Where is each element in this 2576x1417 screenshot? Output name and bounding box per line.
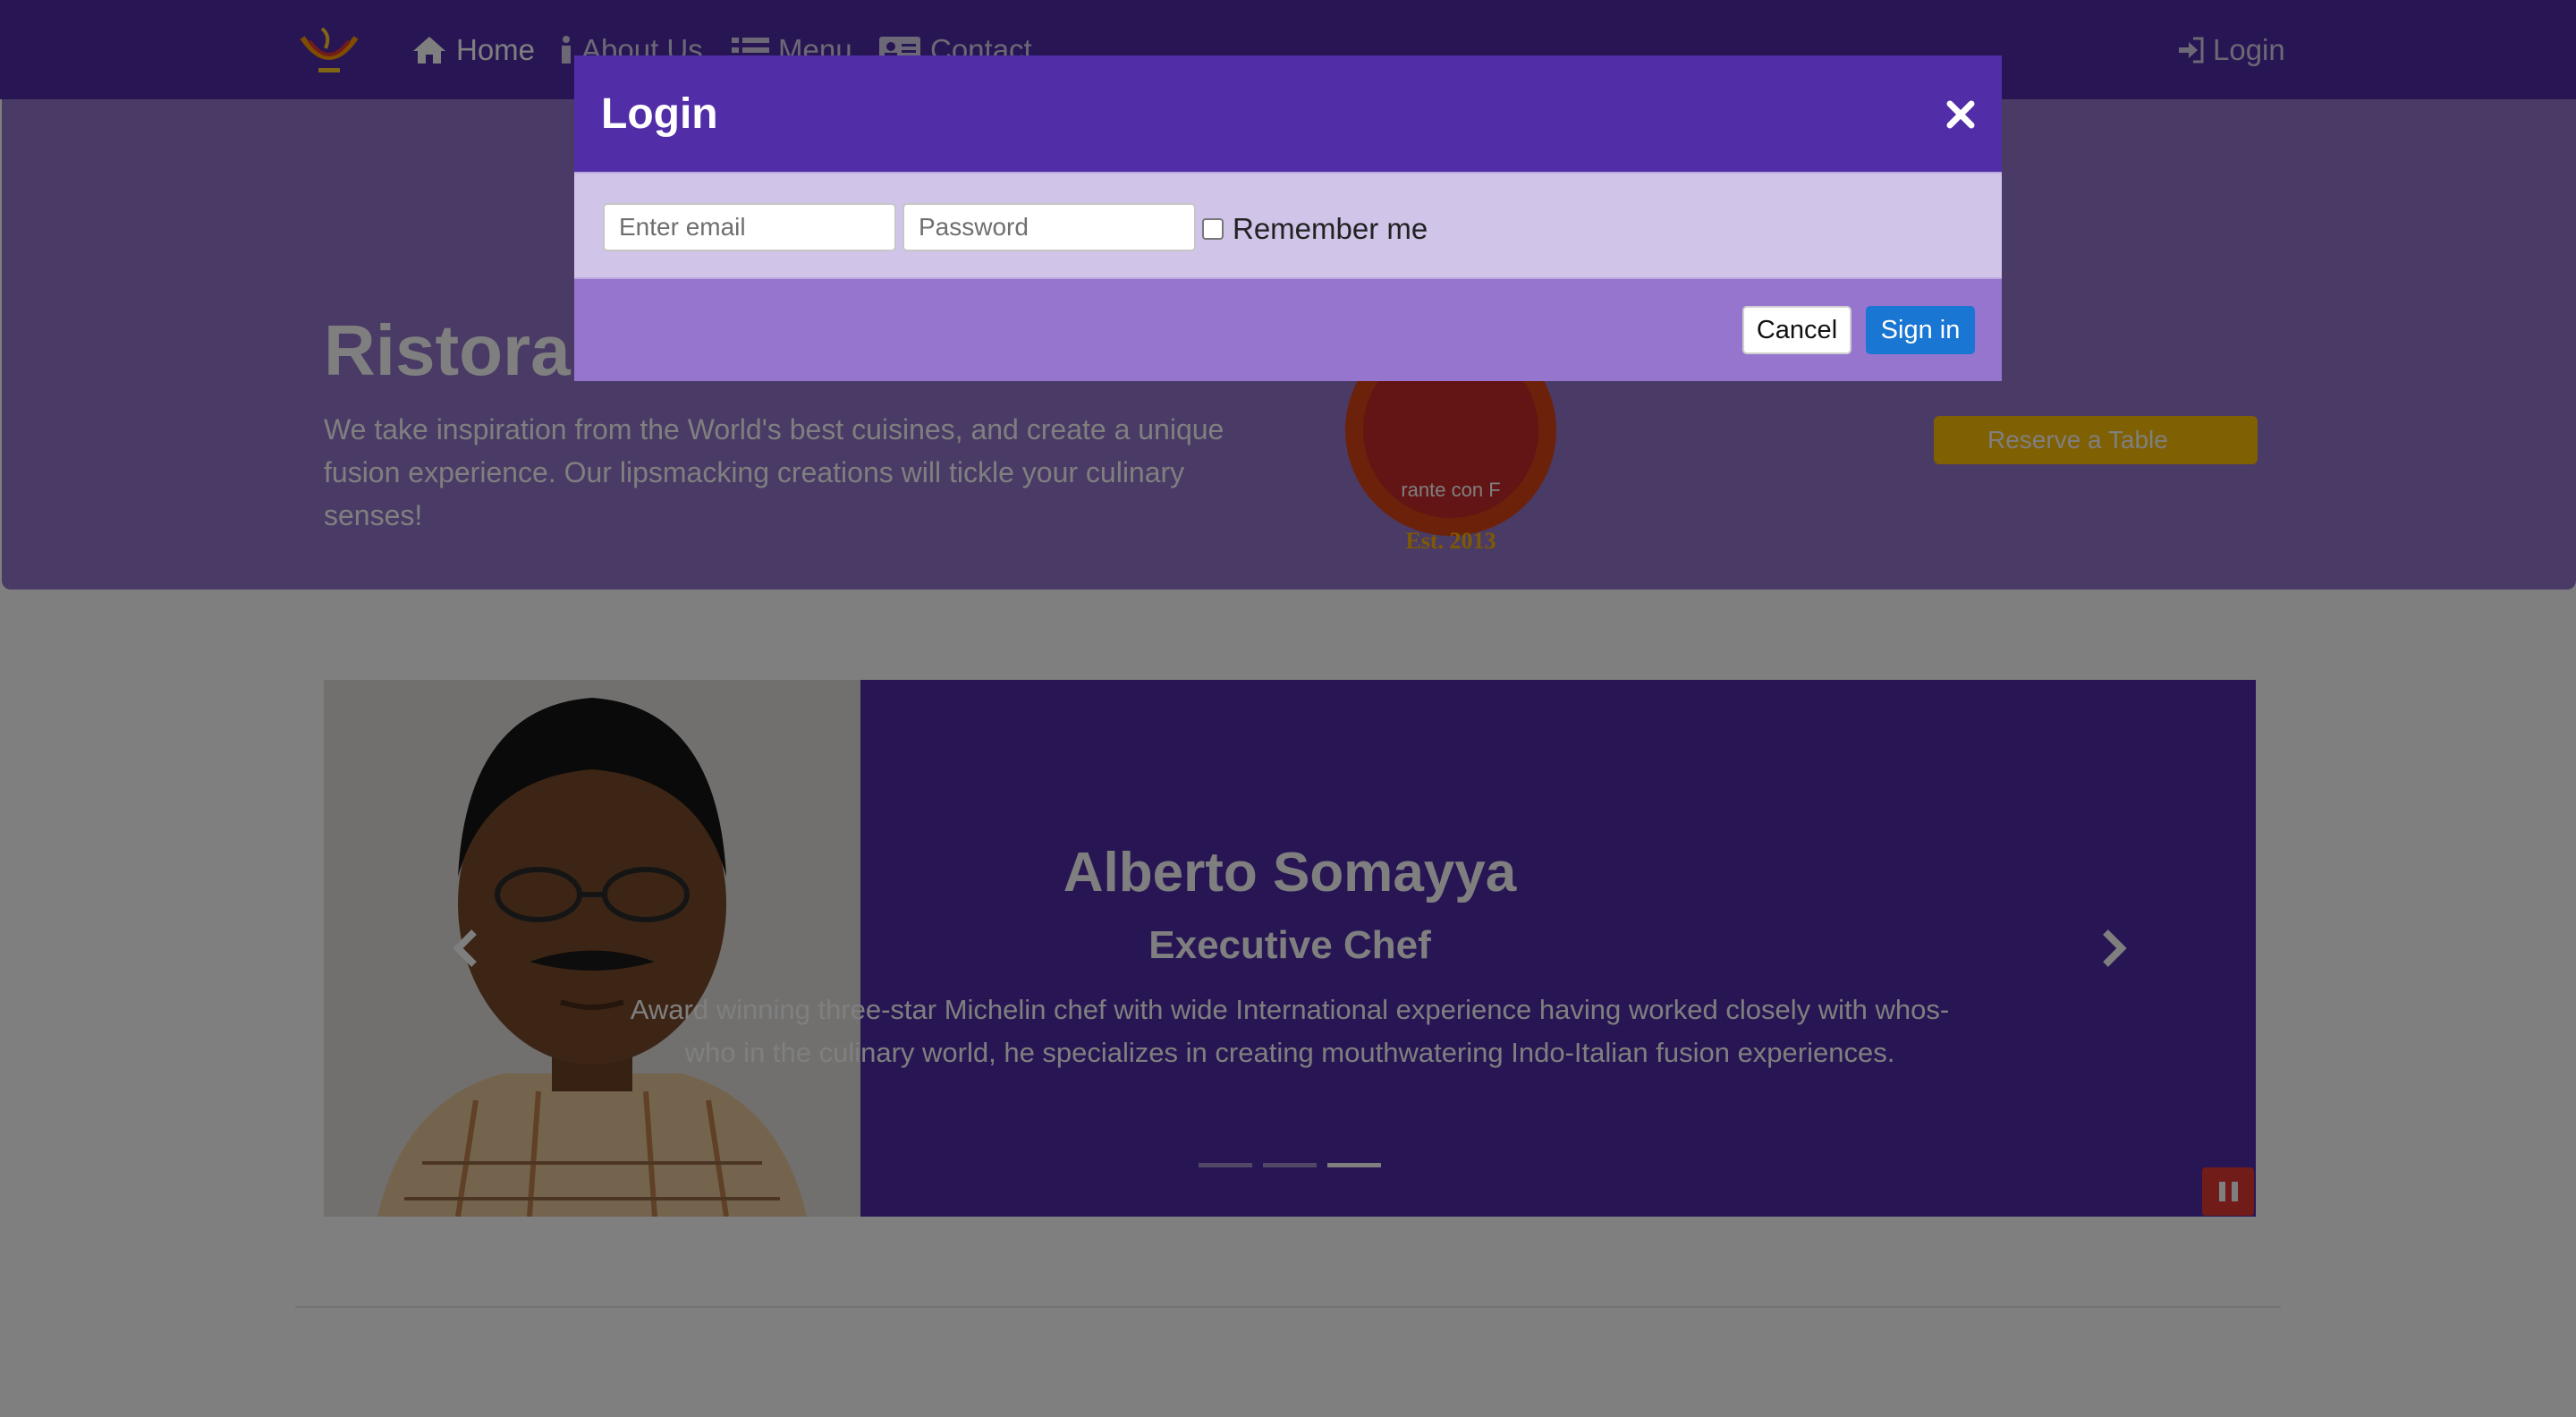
remember-me[interactable]: Remember me bbox=[1202, 209, 1428, 249]
modal-title: Login bbox=[601, 90, 718, 138]
modal-close-button[interactable] bbox=[1943, 97, 1979, 132]
sign-in-button[interactable]: Sign in bbox=[1866, 306, 1975, 354]
email-field[interactable] bbox=[603, 203, 896, 251]
modal-footer: Cancel Sign in bbox=[574, 279, 2002, 381]
login-modal: Login Remember me Cancel Sign in bbox=[574, 55, 2002, 381]
cancel-button[interactable]: Cancel bbox=[1742, 306, 1852, 354]
modal-body: Remember me bbox=[574, 172, 2002, 279]
remember-me-label: Remember me bbox=[1233, 212, 1428, 245]
close-icon bbox=[1946, 100, 1975, 129]
page: Home About Us Menu Contact Login Ristora… bbox=[0, 0, 2576, 1417]
password-field[interactable] bbox=[902, 203, 1196, 251]
remember-me-checkbox[interactable] bbox=[1202, 218, 1224, 240]
modal-header: Login bbox=[574, 55, 2002, 172]
